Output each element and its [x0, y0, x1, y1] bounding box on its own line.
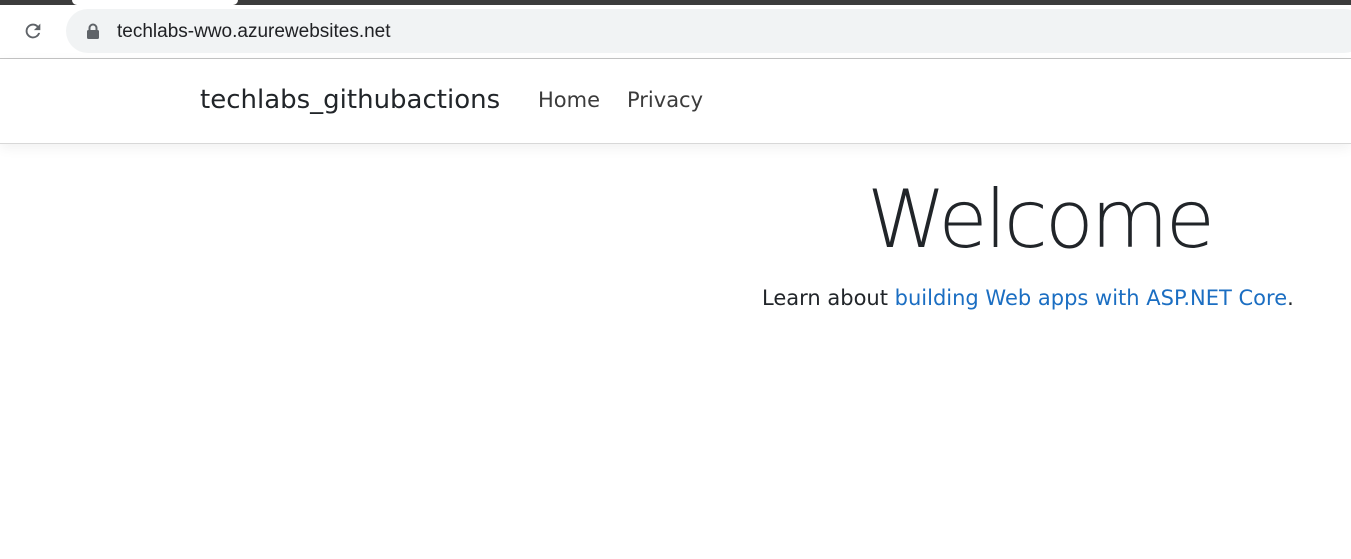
intro-text: Learn about building Web apps with ASP.N…	[762, 286, 1294, 310]
intro-prefix: Learn about	[762, 286, 895, 310]
reload-button[interactable]	[17, 15, 49, 47]
url-text[interactable]: techlabs-wwo.azurewebsites.net	[117, 21, 391, 43]
page-title: Welcome	[867, 173, 1215, 266]
lock-icon[interactable]	[86, 23, 100, 39]
nav-link-home[interactable]: Home	[538, 88, 600, 112]
address-bar[interactable]: techlabs-wwo.azurewebsites.net	[66, 9, 1351, 53]
reload-icon	[25, 23, 41, 39]
navbar-brand[interactable]: techlabs_githubactions	[200, 85, 500, 115]
site-navbar: techlabs_githubactions Home Privacy	[0, 59, 1351, 144]
nav-link-privacy[interactable]: Privacy	[627, 88, 703, 112]
aspnet-docs-link[interactable]: building Web apps with ASP.NET Core	[895, 286, 1287, 310]
browser-toolbar: techlabs-wwo.azurewebsites.net	[0, 5, 1351, 59]
intro-suffix: .	[1287, 286, 1294, 310]
